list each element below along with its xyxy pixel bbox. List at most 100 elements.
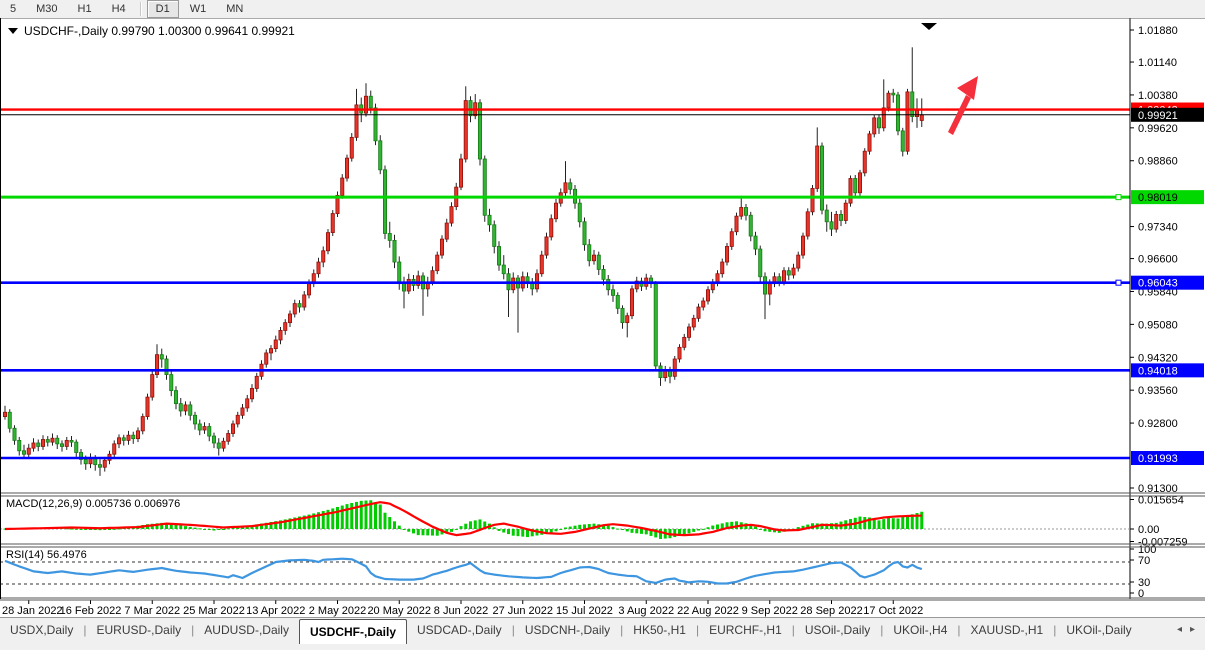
tab-scroll-buttons: ◂ ▸ (1173, 618, 1205, 635)
chart-title: USDCHF-,Daily 0.99790 1.00300 0.99641 0.… (24, 24, 295, 38)
timeframe-button-5[interactable]: 5 (1, 0, 25, 18)
bear-candle (900, 130, 905, 152)
tab-usdx-daily[interactable]: USDX,Daily (0, 618, 83, 642)
timeframe-button-m30[interactable]: M30 (27, 0, 66, 18)
bull-candle (630, 288, 635, 317)
tab-usdchf-daily[interactable]: USDCHF-,Daily (298, 619, 407, 644)
bull-candle (316, 261, 321, 275)
bull-candle (696, 306, 701, 319)
bear-candle (159, 354, 164, 360)
bull-candle (349, 136, 354, 159)
tab-xauusd-h1[interactable]: XAUUSD-,H1 (961, 618, 1054, 642)
bull-candle (235, 414, 240, 425)
bull-candle (230, 423, 235, 434)
bull-candle (458, 158, 463, 188)
price-line-box-label: 0.96043 (1138, 278, 1178, 290)
mt4-window: 5 M30 H1 H4 D1 W1 MN 1.01880 1.01140 1.00380 0.99… (0, 0, 1205, 650)
bull-candle (796, 254, 801, 269)
bear-candle (748, 214, 753, 237)
date-label: 27 Jun 2022 (492, 605, 553, 617)
bull-candle (805, 211, 810, 237)
bull-candle (41, 439, 46, 447)
bear-candle (568, 182, 573, 190)
bear-candle (397, 261, 402, 285)
hline-handle[interactable] (1115, 194, 1122, 201)
bull-candle (549, 218, 554, 238)
hline-handle[interactable] (1115, 279, 1122, 286)
bull-candle (919, 114, 924, 121)
bull-candle (435, 254, 440, 272)
tab-audusd-daily[interactable]: AUDUSD-,Daily (194, 618, 299, 642)
price-tick-label: 0.92800 (1138, 418, 1178, 430)
tab-ukoil-h4[interactable]: UKOil-,H4 (883, 618, 957, 642)
tab-eurchf-h1[interactable]: EURCHF-,H1 (699, 618, 792, 642)
bull-candle (791, 267, 796, 276)
timeframe-button-w1[interactable]: W1 (181, 0, 216, 18)
bear-candle (178, 403, 183, 412)
bull-candle (221, 440, 226, 449)
bull-candle (3, 411, 8, 417)
rsi-axis-label: 70 (1138, 555, 1150, 567)
bull-candle (834, 214, 839, 230)
bull-candle (287, 313, 292, 324)
bull-candle (254, 375, 259, 389)
date-label: 25 Mar 2022 (183, 605, 245, 617)
bear-candle (368, 95, 373, 109)
timeframe-button-h1[interactable]: H1 (69, 0, 101, 18)
bull-candle (706, 289, 711, 302)
bull-candle (720, 261, 725, 275)
bear-candle (477, 102, 482, 160)
tab-usdcad-daily[interactable]: USDCAD-,Daily (407, 618, 512, 642)
date-label: 8 Jun 2022 (434, 605, 488, 617)
rsi-label: RSI(14) 56.4976 (6, 549, 87, 561)
bear-candle (55, 437, 60, 445)
tab-usdcnh-daily[interactable]: USDCNH-,Daily (515, 618, 620, 642)
bull-candle (544, 236, 549, 256)
tab-scroll-right-icon[interactable]: ▸ (1190, 624, 1195, 635)
tab-scroll-left-icon[interactable]: ◂ (1177, 624, 1182, 635)
price-line-box-label: 0.98019 (1138, 192, 1178, 204)
timeframe-button-mn[interactable]: MN (217, 0, 252, 18)
bull-candle (264, 352, 269, 365)
bull-candle (50, 437, 55, 443)
bear-candle (839, 214, 844, 221)
tab-usoil-daily[interactable]: USOil-,Daily (795, 618, 880, 642)
bear-candle (12, 427, 17, 441)
bear-candle (207, 426, 212, 437)
tab-hk50-h1[interactable]: HK50-,H1 (623, 618, 696, 642)
bear-candle (373, 107, 378, 142)
bear-candle (378, 140, 383, 171)
price-tick-label: 0.94320 (1138, 352, 1178, 364)
bear-candle (482, 158, 487, 216)
bear-candle (753, 235, 758, 250)
bull-candle (444, 222, 449, 240)
bear-candle (501, 264, 506, 275)
bull-candle (117, 437, 122, 445)
date-label: 3 Aug 2022 (618, 605, 674, 617)
bull-candle (406, 278, 411, 292)
price-tick-label: 1.01880 (1138, 25, 1178, 37)
tab-ukoil-daily[interactable]: UKOil-,Daily (1056, 618, 1141, 642)
bull-candle (102, 459, 107, 468)
bull-candle (240, 407, 245, 416)
bear-candle (401, 283, 406, 292)
bear-candle (45, 439, 50, 443)
bull-candle (306, 283, 311, 296)
bear-candle (392, 239, 397, 263)
tab-eurusd-daily[interactable]: EURUSD-,Daily (86, 618, 191, 642)
bull-candle (321, 250, 326, 263)
bear-candle (7, 411, 12, 429)
bear-candle (192, 414, 197, 425)
bear-candle (492, 224, 497, 247)
bear-candle (164, 358, 169, 375)
timeframe-button-d1[interactable]: D1 (146, 0, 179, 18)
price-tick-label: 0.93560 (1138, 385, 1178, 397)
bull-candle (554, 202, 559, 220)
price-tick-label: 1.00380 (1138, 90, 1178, 102)
bull-candle (249, 388, 254, 400)
bull-candle (886, 92, 891, 109)
bull-candle (449, 206, 454, 224)
timeframe-button-h4[interactable]: H4 (103, 0, 135, 18)
date-label: 9 Sep 2022 (742, 605, 798, 617)
chart-area[interactable]: 1.01880 1.01140 1.00380 0.99620 0.98860 0.973… (0, 18, 1205, 617)
